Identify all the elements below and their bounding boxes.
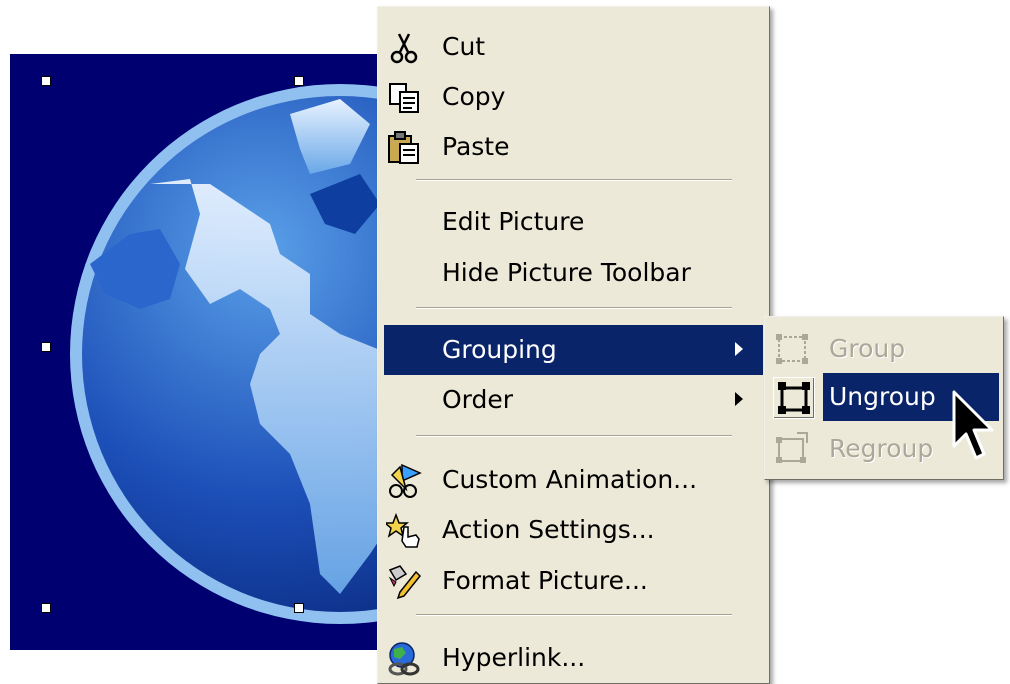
- selection-handle-middle-left[interactable]: [41, 342, 51, 352]
- menu-item-order-label: Order: [442, 385, 514, 414]
- menu-item-hide-picture-toolbar-label: Hide Picture Toolbar: [442, 258, 691, 287]
- arrow-cursor: [952, 390, 994, 460]
- submenu-arrow-icon: [735, 342, 743, 356]
- menu-item-paste[interactable]: Paste: [384, 122, 763, 172]
- menu-item-hyperlink[interactable]: Hyperlink...: [384, 633, 763, 683]
- menu-item-order[interactable]: Order: [384, 375, 763, 425]
- menu-item-edit-picture-label: Edit Picture: [442, 207, 585, 236]
- globe-clipart: [70, 84, 390, 624]
- paste-icon: [388, 131, 419, 164]
- selection-handle-top-middle[interactable]: [294, 76, 304, 86]
- ungroup-icon: [773, 377, 815, 419]
- menu-item-grouping-label: Grouping: [442, 335, 557, 364]
- hyperlink-icon: [388, 642, 420, 676]
- menu-item-cut-label: Cut: [442, 32, 486, 61]
- submenu-item-group[interactable]: Group: [771, 325, 999, 373]
- menu-item-cut[interactable]: Cut: [384, 22, 763, 72]
- submenu-item-regroup-label: Regroup: [829, 434, 934, 463]
- menu-item-edit-picture[interactable]: Edit Picture: [384, 197, 763, 247]
- context-menu: Cut Copy Paste Edit Picture Hide Picture…: [377, 6, 770, 684]
- menu-separator: [416, 179, 732, 181]
- menu-item-copy-label: Copy: [442, 82, 506, 111]
- menu-separator: [416, 435, 732, 437]
- selection-handle-top-left[interactable]: [41, 76, 51, 86]
- copy-icon: [389, 83, 419, 113]
- scissors-icon: [390, 33, 418, 64]
- menu-separator: [416, 307, 732, 309]
- menu-item-custom-animation[interactable]: Custom Animation...: [384, 455, 763, 505]
- menu-item-action-settings[interactable]: Action Settings...: [384, 505, 763, 555]
- menu-separator: [416, 614, 732, 616]
- regroup-icon: [776, 432, 808, 463]
- group-icon: [776, 334, 808, 364]
- action-settings-icon: [386, 513, 420, 548]
- menu-item-format-picture-label: Format Picture...: [442, 566, 648, 595]
- selection-handle-bottom-left[interactable]: [41, 603, 51, 613]
- selected-picture[interactable]: [10, 54, 390, 650]
- menu-item-paste-label: Paste: [442, 132, 510, 161]
- menu-item-action-settings-label: Action Settings...: [442, 515, 655, 544]
- menu-item-copy[interactable]: Copy: [384, 72, 763, 122]
- menu-item-format-picture[interactable]: Format Picture...: [384, 556, 763, 606]
- submenu-arrow-icon: [735, 392, 743, 406]
- menu-item-custom-animation-label: Custom Animation...: [442, 465, 698, 494]
- menu-item-hide-picture-toolbar[interactable]: Hide Picture Toolbar: [384, 248, 763, 298]
- custom-animation-icon: [389, 463, 422, 498]
- submenu-item-group-label: Group: [829, 334, 906, 363]
- selection-handle-bottom-middle[interactable]: [294, 603, 304, 613]
- menu-item-hyperlink-label: Hyperlink...: [442, 643, 586, 672]
- format-picture-icon: [388, 565, 422, 600]
- menu-item-grouping[interactable]: Grouping: [384, 325, 763, 375]
- submenu-item-ungroup-label: Ungroup: [829, 382, 936, 411]
